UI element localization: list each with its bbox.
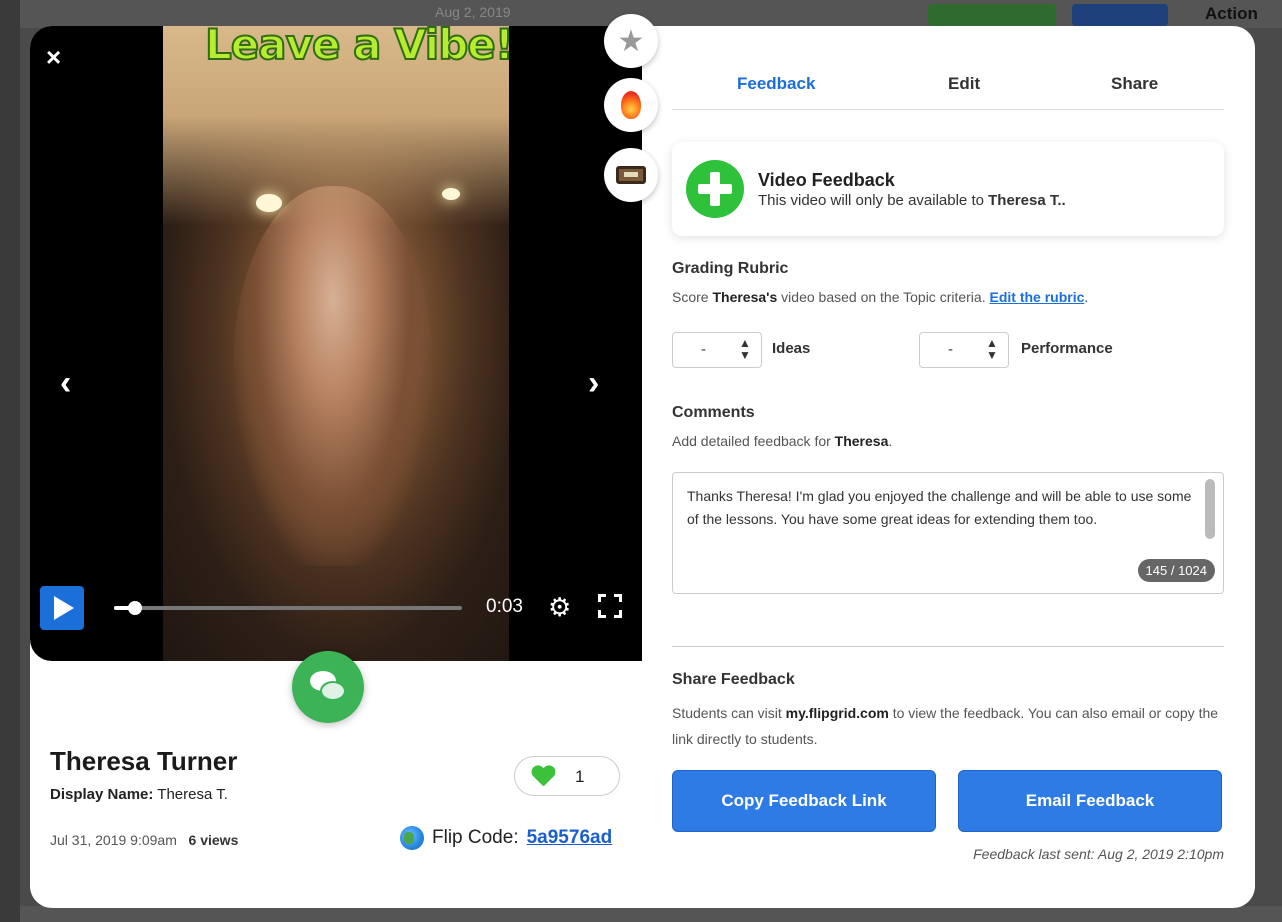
ideas-stepper[interactable]: - ▲ ▼ bbox=[672, 332, 762, 368]
tab-share[interactable]: Share bbox=[1111, 74, 1158, 94]
ceiling-light bbox=[442, 188, 460, 200]
display-name: Display Name: Theresa T. bbox=[50, 786, 228, 803]
email-feedback-button[interactable]: Email Feedback bbox=[958, 770, 1222, 832]
performance-label: Performance bbox=[1021, 340, 1113, 357]
ideas-value: - bbox=[701, 341, 706, 358]
rubric-text-end: . bbox=[1084, 289, 1089, 305]
edit-rubric-link[interactable]: Edit the rubric bbox=[989, 289, 1084, 305]
grading-rubric-title: Grading Rubric bbox=[672, 260, 789, 277]
heart-icon bbox=[531, 766, 555, 788]
comments-title: Comments bbox=[672, 404, 755, 421]
chat-bubble-icon[interactable] bbox=[292, 651, 364, 723]
ceiling-light bbox=[256, 194, 282, 212]
star-icon[interactable]: ★ bbox=[604, 14, 658, 68]
globe-icon bbox=[400, 826, 424, 850]
stepper-arrows-icon[interactable]: ▲ ▼ bbox=[739, 337, 751, 361]
like-button[interactable]: 1 bbox=[514, 756, 620, 796]
tab-feedback[interactable]: Feedback bbox=[737, 74, 815, 94]
close-button[interactable]: × bbox=[46, 42, 61, 73]
performance-stepper[interactable]: - ▲ ▼ bbox=[919, 332, 1009, 368]
video-controls: 0:03 ⚙ bbox=[40, 586, 630, 632]
video-feedback-subtitle: This video will only be available to The… bbox=[758, 192, 1066, 209]
next-video-button[interactable]: › bbox=[588, 364, 599, 403]
comments-text-end: . bbox=[888, 433, 893, 449]
view-count: 6 views bbox=[188, 832, 239, 848]
rubric-student-name: Theresa's bbox=[712, 289, 778, 305]
cassette-icon[interactable] bbox=[604, 148, 658, 202]
feedback-panel: Feedback Edit Share Video Feedback This … bbox=[672, 26, 1224, 908]
video-feedback-card[interactable]: Video Feedback This video will only be a… bbox=[672, 142, 1224, 236]
display-name-label: Display Name: bbox=[50, 786, 154, 803]
video-feedback-title: Video Feedback bbox=[758, 170, 895, 190]
background-actions-label: Action bbox=[1205, 4, 1258, 23]
comments-student-name: Theresa bbox=[834, 433, 889, 449]
playback-time: 0:03 bbox=[486, 596, 523, 617]
response-date: Jul 31, 2019 9:09am bbox=[50, 832, 177, 848]
copy-feedback-link-button[interactable]: Copy Feedback Link bbox=[672, 770, 936, 832]
tab-bar: Feedback Edit Share bbox=[672, 74, 1224, 110]
comment-textarea[interactable]: Thanks Theresa! I'm glad you enjoyed the… bbox=[672, 472, 1224, 594]
tab-edit[interactable]: Edit bbox=[948, 74, 980, 94]
play-button[interactable] bbox=[40, 586, 84, 630]
display-name-value: Theresa T. bbox=[157, 786, 228, 803]
grading-rubric-description: Score Theresa's video based on the Topic… bbox=[672, 289, 1088, 305]
fullscreen-icon[interactable] bbox=[598, 594, 622, 618]
flip-code-link[interactable]: 5a9576ad bbox=[527, 827, 613, 849]
response-meta: Jul 31, 2019 9:09am 6 views bbox=[50, 832, 238, 848]
video-frame bbox=[163, 26, 509, 661]
stepper-arrows-icon[interactable]: ▲ ▼ bbox=[986, 337, 998, 361]
comment-text[interactable]: Thanks Theresa! I'm glad you enjoyed the… bbox=[687, 485, 1197, 531]
comments-description: Add detailed feedback for Theresa. bbox=[672, 433, 892, 449]
gear-icon[interactable]: ⚙ bbox=[548, 592, 571, 623]
feedback-last-sent: Feedback last sent: Aug 2, 2019 2:10pm bbox=[973, 846, 1224, 862]
video-feedback-subtitle-text: This video will only be available to bbox=[758, 192, 989, 209]
rubric-text-prefix: Score bbox=[672, 289, 713, 305]
progress-knob[interactable] bbox=[127, 601, 142, 615]
share-feedback-description: Students can visit my.flipgrid.com to vi… bbox=[672, 700, 1224, 752]
video-overlay-title: Leave a Vibe! bbox=[204, 26, 515, 70]
response-modal: Leave a Vibe! × ‹ › 0:03 ⚙ ★ Theresa Tur bbox=[30, 14, 1255, 908]
share-text-prefix: Students can visit bbox=[672, 705, 786, 721]
previous-video-button[interactable]: ‹ bbox=[60, 364, 71, 403]
performance-value: - bbox=[948, 341, 953, 358]
background-left-column bbox=[0, 0, 20, 922]
character-counter: 145 / 1024 bbox=[1137, 559, 1215, 582]
rubric-text-middle: video based on the Topic criteria. bbox=[777, 289, 990, 305]
plus-icon[interactable] bbox=[686, 160, 744, 218]
like-count: 1 bbox=[575, 767, 585, 786]
ideas-label: Ideas bbox=[772, 340, 811, 357]
share-feedback-title: Share Feedback bbox=[672, 671, 795, 688]
fire-icon[interactable] bbox=[604, 78, 658, 132]
comments-text-prefix: Add detailed feedback for bbox=[672, 433, 835, 449]
student-name: Theresa Turner bbox=[50, 746, 238, 776]
background-bottom-row bbox=[20, 906, 1282, 922]
comment-scrollbar[interactable] bbox=[1205, 479, 1215, 539]
flip-code: Flip Code: 5a9576ad bbox=[400, 826, 612, 850]
video-player[interactable]: Leave a Vibe! × ‹ › 0:03 ⚙ bbox=[30, 26, 642, 661]
progress-bar[interactable] bbox=[114, 601, 462, 615]
background-share-pill bbox=[1072, 4, 1168, 26]
background-date: Aug 2, 2019 bbox=[435, 4, 511, 20]
divider bbox=[672, 646, 1224, 647]
share-site: my.flipgrid.com bbox=[785, 705, 889, 721]
video-feedback-subtitle-name: Theresa T.. bbox=[988, 192, 1066, 209]
background-status-pill bbox=[928, 4, 1056, 26]
flip-code-label: Flip Code: bbox=[432, 827, 519, 848]
